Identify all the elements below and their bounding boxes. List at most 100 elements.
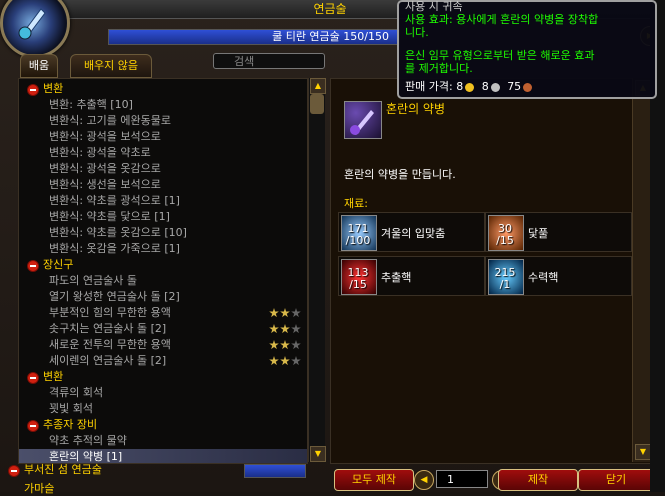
sell-price-label: 판매 가격:: [405, 80, 453, 93]
recipe-list-item[interactable]: 변환식: 약초를 광석으로 [1]: [19, 193, 307, 209]
recipe-label: 약초 추적의 물약: [49, 434, 127, 447]
collapse-icon[interactable]: [27, 372, 39, 384]
recipe-list-scrollbar[interactable]: ▲ ▼: [308, 78, 326, 462]
recipe-list-item[interactable]: 격류의 회석: [19, 385, 307, 401]
star-icon: [280, 356, 290, 366]
star-icon: [269, 340, 279, 350]
tab-learned[interactable]: 배움: [20, 54, 58, 78]
category-broken-isles[interactable]: 부서진 섬 연금술: [4, 462, 308, 478]
reagent-name: 닻풀: [528, 227, 549, 240]
recipe-label: 변환식: 옷감을 가죽으로 [1]: [49, 242, 180, 255]
reagents-label: 재료:: [344, 197, 368, 210]
reagent-count: 215 /1: [494, 266, 516, 291]
reagent-slot[interactable]: 215 /1 수력핵: [485, 256, 632, 296]
tooltip-bind-text: 사용 시 귀속: [405, 0, 463, 13]
recipe-label: 변환식: 생선을 보석으로: [49, 178, 161, 191]
star-icon: [269, 308, 279, 318]
vial-of-confusion-icon[interactable]: [344, 101, 382, 139]
recipe-label: 파도의 연금술사 돌: [49, 274, 137, 287]
category-header[interactable]: 추종자 장비: [19, 417, 307, 433]
tooltip-use-line2: 니다.: [405, 26, 429, 39]
gold-amount: 8: [456, 80, 464, 93]
scroll-up-icon[interactable]: ▲: [310, 78, 326, 94]
reagent-name: 추출핵: [381, 271, 412, 284]
recipe-label: 꾓빛 회석: [49, 402, 93, 415]
recipe-list-item[interactable]: 변환식: 광석을 약초로: [19, 145, 307, 161]
star-icon: [280, 340, 290, 350]
recipe-list-item[interactable]: 세이렌의 연금술사 돌 [2]: [19, 353, 307, 369]
collapse-icon[interactable]: [27, 420, 39, 432]
tab-unlearned[interactable]: 배우지 않음: [70, 54, 152, 78]
recipe-list-item[interactable]: 새로운 전투의 무한한 용액: [19, 337, 307, 353]
reagent-count: 171 /100: [345, 222, 371, 247]
reagent-slot[interactable]: 30 /15 닻풀: [485, 212, 632, 252]
recipe-label: 추종자 장비: [43, 418, 98, 431]
recipe-list-item[interactable]: 약초 추적의 물약: [19, 433, 307, 449]
search-input[interactable]: 검색: [213, 53, 325, 69]
collapse-icon[interactable]: [27, 260, 39, 272]
recipe-list-item[interactable]: 변환식: 약초를 옷감으로 [10]: [19, 225, 307, 241]
scroll-down-icon[interactable]: ▼: [310, 446, 326, 462]
recipe-description: 혼란의 약병을 만듭니다.: [344, 168, 456, 181]
recipe-name: 혼란의 약병: [386, 102, 446, 116]
recipe-list-item[interactable]: 열기 왕성한 연금술사 돌 [2]: [19, 289, 307, 305]
recipe-label: 변환: [43, 82, 64, 95]
silver-amount: 8: [481, 80, 489, 93]
craft-all-button[interactable]: 모두 제작: [334, 469, 414, 491]
recipe-label: 변환: [43, 370, 64, 383]
star-icon: [280, 324, 290, 334]
star-icon: [291, 308, 301, 318]
reagent-name: 수력핵: [528, 271, 559, 284]
star-icon: [269, 356, 279, 366]
category-header[interactable]: 변환: [19, 81, 307, 97]
craft-button[interactable]: 제작: [498, 469, 578, 491]
recipe-list-item[interactable]: 변환식: 생선을 보석으로: [19, 177, 307, 193]
recipe-list-item[interactable]: 변환식: 광석을 보석으로: [19, 129, 307, 145]
recipe-label: 새로운 전투의 무한한 용액: [49, 338, 171, 351]
recipe-label: 변환식: 광석을 약초로: [49, 146, 151, 159]
reagent-slot[interactable]: 113 /15 추출핵: [338, 256, 485, 296]
alchemy-portrait-icon: [0, 0, 70, 58]
recipe-list-item[interactable]: 변환: 추출핵 [10]: [19, 97, 307, 113]
recipe-list-item[interactable]: 변환식: 약초를 닻으로 [1]: [19, 209, 307, 225]
recipe-label: 변환식: 고기를 에완동물로: [49, 114, 172, 127]
quantity-input[interactable]: 1: [436, 470, 488, 488]
star-icon: [269, 324, 279, 334]
recipe-list-item[interactable]: 파도의 연금술사 돌: [19, 273, 307, 289]
tooltip-effect-line2: 를 제거합니다.: [405, 62, 473, 75]
collapse-icon[interactable]: [27, 84, 39, 96]
star-icon: [280, 308, 290, 318]
star-icon: [291, 340, 301, 350]
recipe-label: 열기 왕성한 연금술사 돌 [2]: [49, 290, 180, 303]
close-button[interactable]: 닫기: [578, 469, 654, 491]
category-partial-label: 가마슬: [24, 482, 55, 495]
category-header[interactable]: 장신구: [19, 257, 307, 273]
item-tooltip: 사용 시 귀속 사용 효과: 용사에게 혼란의 약병을 장착합 니다. 은신 임…: [397, 0, 657, 99]
recipe-label: 장신구: [43, 258, 74, 271]
silver-coin-icon: [490, 82, 500, 92]
recipe-list-item[interactable]: 부분적인 힘의 무한한 용액: [19, 305, 307, 321]
detail-scroll-down-icon[interactable]: ▼: [635, 444, 651, 460]
recipe-list-item[interactable]: 꾓빛 회석: [19, 401, 307, 417]
recipe-label: 변환: 추출핵 [10]: [49, 98, 133, 111]
recipe-list-item[interactable]: 변환식: 광석을 옷감으로: [19, 161, 307, 177]
reagent-name: 겨울의 입맞춤: [381, 227, 446, 240]
skill-progress-text: 쿨 티란 연금술 150/150: [272, 30, 389, 43]
recipe-list-item[interactable]: 변환식: 옷감을 가죽으로 [1]: [19, 241, 307, 257]
skill-progress-bar: 쿨 티란 연금술 150/150: [108, 29, 400, 45]
category-label: 부서진 섬 연금술: [24, 463, 102, 476]
decrement-arrow-icon[interactable]: ◀: [414, 470, 434, 490]
star-icon: [291, 324, 301, 334]
recipe-label: 변환식: 광석을 보석으로: [49, 130, 161, 143]
reagent-slot[interactable]: 171 /100 겨울의 입맞춤: [338, 212, 485, 252]
tooltip-use-line1: 사용 효과: 용사에게 혼란의 약병을 장착합: [405, 13, 599, 26]
recipe-label: 부분적인 힘의 무한한 용액: [49, 306, 171, 319]
copper-coin-icon: [523, 82, 533, 92]
recipe-label: 변환식: 약초를 닻으로 [1]: [49, 210, 170, 223]
scroll-thumb[interactable]: [310, 94, 324, 114]
detail-scrollbar[interactable]: ▲ ▼: [632, 78, 651, 462]
category-header[interactable]: 변환: [19, 369, 307, 385]
recipe-list-item[interactable]: 솟구치는 연금술사 돌 [2]: [19, 321, 307, 337]
recipe-list-item[interactable]: 변환식: 고기를 에완동물로: [19, 113, 307, 129]
collapse-icon[interactable]: [8, 465, 20, 477]
